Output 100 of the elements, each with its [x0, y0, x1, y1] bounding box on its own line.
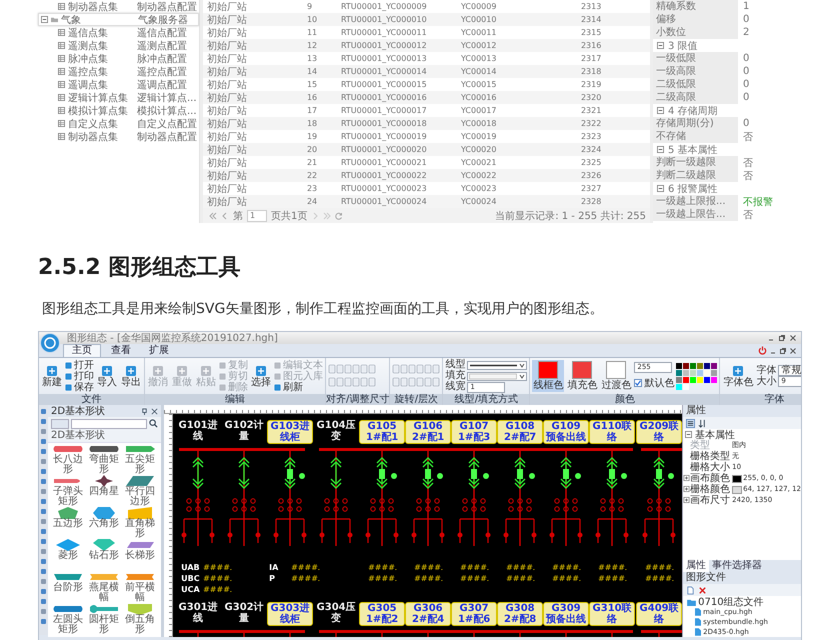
table-cell-text: 2315	[580, 28, 602, 37]
ribbon-button[interactable]: 打开	[65, 360, 94, 370]
table-icon	[58, 55, 65, 62]
palette-color[interactable]	[676, 384, 682, 390]
tree-item[interactable]: 制动器点集 制动器点配置	[38, 130, 199, 143]
shape-item[interactable]: 圆杆矩形	[86, 603, 122, 635]
palette-color[interactable]	[676, 370, 682, 376]
palette-color[interactable]	[683, 384, 690, 390]
close-icon[interactable]	[151, 408, 158, 414]
power-icon[interactable]	[758, 346, 767, 355]
palette-color[interactable]	[711, 362, 718, 368]
shape-item[interactable]: 五边形	[50, 507, 86, 539]
palette-color[interactable]	[676, 362, 682, 368]
shape-item[interactable]: 左圆头矩形	[50, 603, 86, 635]
tree-item[interactable]: 气象 气象服务器	[38, 13, 199, 26]
shape-item[interactable]: 长梯形	[122, 539, 158, 571]
shape-item[interactable]: 四角星	[86, 475, 122, 507]
tree-item[interactable]: 自定义点集 自定义点配置	[38, 117, 199, 130]
pin-icon[interactable]	[141, 408, 148, 414]
palette-color[interactable]	[704, 370, 710, 376]
ribbon-button[interactable]: 新建	[41, 364, 63, 388]
collapse-icon[interactable]	[656, 146, 664, 153]
tree-item[interactable]: 脉冲点集 脉冲点配置	[38, 52, 199, 65]
file-tree-item[interactable]: 0710组态文件	[687, 597, 801, 607]
tree-item[interactable]: 遥调点集 遥调点配置	[38, 78, 199, 91]
expand-icon[interactable]	[683, 497, 690, 503]
palette-color[interactable]	[704, 362, 710, 368]
palette-color[interactable]	[690, 362, 696, 368]
restore-icon[interactable]	[778, 334, 786, 342]
shape-item[interactable]: 菱形	[50, 539, 86, 571]
ribbon-button[interactable]: 导出	[120, 364, 142, 388]
palette-color[interactable]	[690, 376, 696, 382]
palette-color[interactable]	[697, 370, 704, 376]
palette-color[interactable]	[683, 376, 690, 382]
line-style-dropdown[interactable]	[467, 360, 528, 370]
table-cell-text: 初始厂站	[206, 52, 248, 66]
ribbon-button[interactable]: 刷新	[274, 382, 323, 392]
palette-color[interactable]	[697, 376, 704, 382]
field-label: 线宽	[445, 382, 466, 392]
ribbon-group-label: 文件	[39, 394, 144, 405]
collapse-icon[interactable]	[656, 42, 664, 49]
color-button[interactable]: 填充色	[566, 360, 598, 392]
palette-color[interactable]	[683, 370, 690, 376]
color-button[interactable]: 线框色	[532, 360, 564, 392]
shape-item[interactable]: 钻石形	[86, 539, 122, 571]
tree-item[interactable]: 遥测点集 遥测点配置	[38, 39, 199, 52]
palette-color[interactable]	[683, 362, 690, 368]
tree-item[interactable]: 逻辑计算点集 逻辑计算点...	[38, 91, 199, 104]
color-button[interactable]: 过渡色	[600, 360, 632, 392]
tree-item[interactable]: 遥信点集 遥信点配置	[38, 26, 199, 39]
shape-item[interactable]: 直角梯形	[122, 507, 158, 539]
ribbon-button[interactable]: 打印	[65, 370, 94, 382]
palette-color[interactable]	[676, 376, 682, 382]
file-name: 0710组态文件	[698, 596, 764, 608]
shape-item[interactable]: 台阶形	[50, 571, 86, 603]
palette-color[interactable]	[711, 376, 718, 382]
collapse-icon[interactable]	[656, 107, 664, 114]
palette-color[interactable]	[711, 370, 718, 376]
collapse-icon[interactable]	[41, 16, 48, 23]
categorized-icon[interactable]	[686, 418, 696, 428]
delete-icon[interactable]	[698, 586, 708, 594]
ribbon-button[interactable]: 选择	[250, 364, 272, 388]
close-icon[interactable]	[789, 334, 797, 342]
ribbon-button[interactable]: 字体色	[722, 364, 754, 388]
tree-item[interactable]: 制动器点集 制动器点配置	[38, 0, 199, 13]
palette-color[interactable]	[690, 370, 696, 376]
collapse-icon[interactable]	[656, 185, 664, 192]
ribbon-tab[interactable]: 主页	[63, 344, 101, 357]
shape-item[interactable]: 前平横幅	[122, 571, 158, 603]
expand-icon[interactable]	[683, 486, 690, 492]
shape-item[interactable]: 六角形	[86, 507, 122, 539]
table-cell-text: 24	[306, 197, 318, 206]
page-input[interactable]: 1	[246, 210, 267, 222]
shape-item[interactable]: 燕尾横幅	[86, 571, 122, 603]
shape-item[interactable]: 倒五角形	[122, 603, 158, 635]
restore-icon[interactable]	[779, 346, 787, 354]
ribbon-button[interactable]: 保存	[65, 382, 94, 392]
search-icon[interactable]	[149, 419, 158, 428]
palette-color[interactable]	[697, 362, 704, 368]
ribbon-tab[interactable]: 查看	[103, 344, 139, 356]
expand-icon[interactable]	[683, 475, 690, 481]
checkbox[interactable]	[634, 379, 642, 387]
tree-item[interactable]: 遥控点集 遥控点配置	[38, 65, 199, 78]
shape-item[interactable]: 平行四边形	[122, 475, 158, 507]
palette-color[interactable]	[704, 376, 710, 382]
tree-item[interactable]: 模拟计算点集 模拟计算点...	[38, 104, 199, 117]
feeder-label: G109 预备出线	[543, 420, 590, 444]
shape-item[interactable]: 五尖矩形	[122, 443, 158, 475]
shape-item[interactable]: 弯曲矩形	[86, 443, 122, 475]
search-field[interactable]	[71, 418, 148, 428]
close-icon[interactable]	[789, 346, 797, 354]
shape-item[interactable]: 子弹头矩形	[50, 475, 86, 507]
ribbon-button[interactable]: 导入	[96, 364, 118, 388]
panel-tab[interactable]: 事件选择器	[709, 560, 766, 572]
shape-item[interactable]: 长八边形	[50, 443, 86, 475]
panel-tab[interactable]: 属性	[683, 560, 710, 572]
sort-icon[interactable]	[698, 418, 708, 428]
ribbon-tab[interactable]: 扩展	[141, 344, 177, 356]
collapse-icon[interactable]	[685, 431, 692, 438]
font-dropdown[interactable]: 常规	[778, 365, 801, 376]
